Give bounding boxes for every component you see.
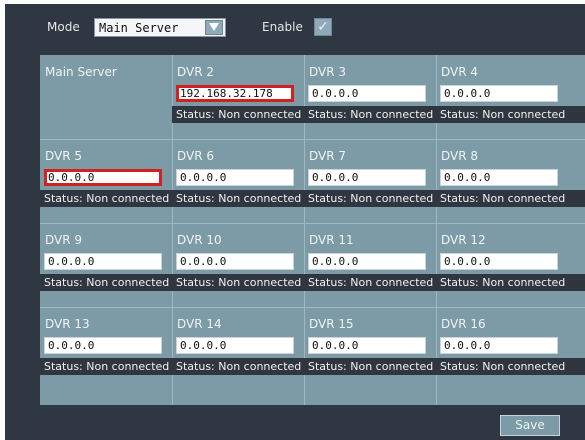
- dvr-name-label: DVR 10: [177, 233, 222, 247]
- dvr-status-text: Status: Non connected: [304, 106, 436, 123]
- dvr-cell: DVR 15 0.0.0.0 Status: Non connected: [304, 307, 436, 391]
- dvr-status-text: Status: Non connected: [40, 358, 172, 375]
- dvr-name-label: DVR 12: [441, 233, 486, 247]
- enable-checkbox[interactable]: ✓: [314, 18, 332, 36]
- dvr-ip-input[interactable]: 0.0.0.0: [440, 253, 558, 270]
- dvr-status-text: Status: Non connected: [40, 274, 172, 291]
- dvr-cell: DVR 5 0.0.0.0 Status: Non connected: [40, 139, 172, 223]
- dvr-cell: DVR 10 0.0.0.0 Status: Non connected: [172, 223, 304, 307]
- dvr-status-text: Status: Non connected: [436, 106, 585, 123]
- dvr-status-text: Status: Non connected: [304, 274, 436, 291]
- dvr-ip-input[interactable]: 0.0.0.0: [44, 337, 162, 354]
- dvr-name-label: DVR 4: [441, 65, 479, 79]
- dvr-status-text: Status: Non connected: [436, 274, 585, 291]
- dvr-cell: DVR 12 0.0.0.0 Status: Non connected: [436, 223, 585, 307]
- dvr-cell: DVR 16 0.0.0.0 Status: Non connected: [436, 307, 585, 391]
- dvr-ip-input[interactable]: 192.168.32.178: [176, 85, 294, 102]
- dvr-status-text: Status: Non connected: [436, 190, 585, 207]
- dvr-status-text: Status: Non connected: [436, 358, 585, 375]
- enable-label: Enable: [262, 20, 303, 34]
- chevron-down-icon[interactable]: [205, 20, 223, 35]
- dvr-cell: DVR 4 0.0.0.0 Status: Non connected: [436, 55, 585, 139]
- dvr-ip-input[interactable]: 0.0.0.0: [308, 253, 426, 270]
- dvr-name-label: DVR 11: [309, 233, 354, 247]
- dvr-name-label: DVR 15: [309, 317, 354, 331]
- dvr-name-label: DVR 8: [441, 149, 479, 163]
- screenshot-frame: Mode Main Server Enable ✓ Main Server DVR…: [0, 0, 585, 440]
- dvr-cell: DVR 6 0.0.0.0 Status: Non connected: [172, 139, 304, 223]
- mode-select[interactable]: Main Server: [94, 18, 226, 37]
- dvr-cell: DVR 9 0.0.0.0 Status: Non connected: [40, 223, 172, 307]
- save-button[interactable]: Save: [500, 415, 560, 436]
- dvr-name-label: DVR 5: [45, 149, 83, 163]
- dvr-name-label: DVR 2: [177, 65, 215, 79]
- dvr-cell: DVR 13 0.0.0.0 Status: Non connected: [40, 307, 172, 391]
- dvr-name-label: Main Server: [45, 65, 117, 79]
- main-server-cell: Main Server: [40, 55, 172, 139]
- mode-label: Mode: [47, 20, 80, 34]
- dvr-ip-input[interactable]: 0.0.0.0: [440, 169, 558, 186]
- dvr-ip-input[interactable]: 0.0.0.0: [176, 169, 294, 186]
- dvr-status-text: Status: Non connected: [40, 190, 172, 207]
- dvr-cell: DVR 7 0.0.0.0 Status: Non connected: [304, 139, 436, 223]
- dvr-status-text: Status: Non connected: [172, 358, 304, 375]
- dvr-ip-input[interactable]: 0.0.0.0: [176, 253, 294, 270]
- dvr-cell: DVR 14 0.0.0.0 Status: Non connected: [172, 307, 304, 391]
- dvr-cell: DVR 3 0.0.0.0 Status: Non connected: [304, 55, 436, 139]
- dvr-ip-input[interactable]: 0.0.0.0: [176, 337, 294, 354]
- dvr-ip-input[interactable]: 0.0.0.0: [440, 337, 558, 354]
- dvr-ip-input[interactable]: 0.0.0.0: [440, 85, 558, 102]
- dvr-name-label: DVR 13: [45, 317, 90, 331]
- dvr-status-text: Status: Non connected: [304, 358, 436, 375]
- dvr-ip-input[interactable]: 0.0.0.0: [308, 337, 426, 354]
- dvr-ip-input[interactable]: 0.0.0.0: [44, 253, 162, 270]
- dvr-name-label: DVR 14: [177, 317, 222, 331]
- dvr-cell: DVR 2 192.168.32.178 Status: Non connected: [172, 55, 304, 139]
- dvr-ip-input[interactable]: 0.0.0.0: [308, 169, 426, 186]
- dvr-name-label: DVR 9: [45, 233, 83, 247]
- dvr-name-label: DVR 7: [309, 149, 347, 163]
- dvr-name-label: DVR 16: [441, 317, 486, 331]
- dvr-name-label: DVR 6: [177, 149, 215, 163]
- dvr-status-text: Status: Non connected: [304, 190, 436, 207]
- dvr-cell: DVR 8 0.0.0.0 Status: Non connected: [436, 139, 585, 223]
- dvr-cell: DVR 11 0.0.0.0 Status: Non connected: [304, 223, 436, 307]
- dvr-status-text: Status: Non connected: [172, 274, 304, 291]
- dvr-ip-input[interactable]: 0.0.0.0: [44, 169, 162, 186]
- mode-select-value: Main Server: [99, 20, 179, 35]
- dvr-name-label: DVR 3: [309, 65, 347, 79]
- dvr-status-text: Status: Non connected: [172, 106, 304, 123]
- dvr-status-text: Status: Non connected: [172, 190, 304, 207]
- dvr-ip-input[interactable]: 0.0.0.0: [308, 85, 426, 102]
